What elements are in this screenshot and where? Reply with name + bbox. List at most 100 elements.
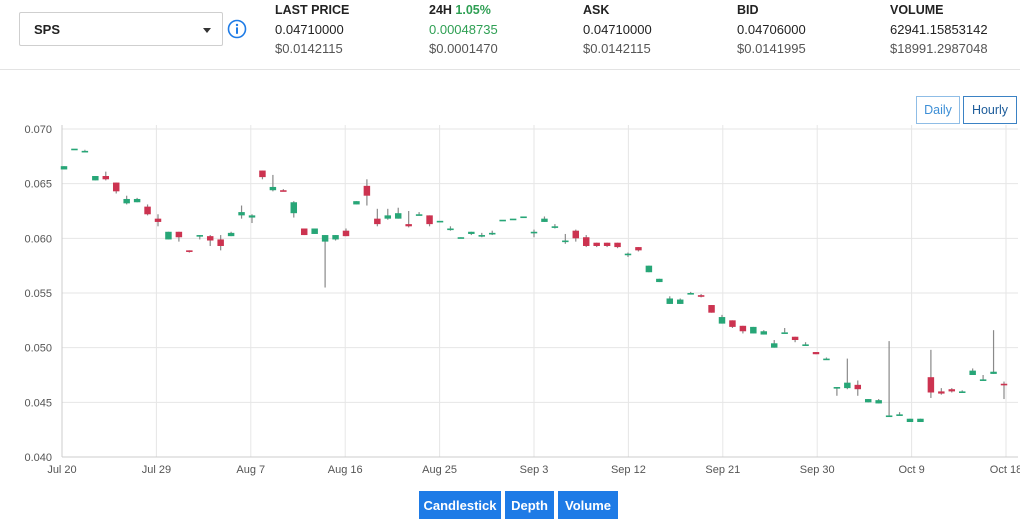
candle-body [572, 230, 580, 239]
candle-body [478, 235, 486, 237]
candle-body [509, 218, 517, 221]
x-tick-label: Oct 18 [990, 464, 1020, 476]
y-tick-label: 0.055 [24, 288, 52, 300]
candle-body [133, 198, 141, 203]
candle [875, 399, 882, 404]
candle-body [864, 399, 872, 403]
candle [948, 388, 956, 393]
candle-body [290, 202, 298, 214]
pair-select[interactable]: SPS [19, 12, 223, 46]
candle-body [927, 377, 935, 393]
candle-body [123, 198, 130, 204]
candle [478, 232, 486, 238]
candle-body [562, 240, 569, 243]
candle-body [614, 242, 621, 248]
candle [958, 390, 966, 393]
candle [541, 216, 548, 222]
candle [802, 342, 809, 346]
candle [92, 176, 99, 181]
candle-body [917, 418, 924, 423]
candle [718, 314, 726, 324]
candle [687, 291, 694, 295]
tab-candlestick[interactable]: Candlestick [419, 491, 501, 519]
candle-body [457, 237, 465, 239]
candle [436, 220, 444, 223]
candle [823, 357, 830, 361]
candle [342, 228, 350, 237]
candle [739, 325, 747, 334]
candle-body [802, 344, 809, 346]
candle-body [708, 305, 715, 313]
candle [812, 352, 820, 355]
candle-body [666, 298, 674, 304]
candle-body [582, 237, 590, 246]
stat-24h-percent: 1.05% [455, 3, 491, 17]
candle [311, 228, 318, 234]
candle-body [227, 232, 235, 237]
candle-body [729, 320, 736, 327]
x-tick-label: Aug 25 [422, 464, 457, 476]
candle-body [499, 219, 506, 222]
stat-24h-title: 24H 1.05% [429, 2, 559, 18]
stat-24h-value: 0.00048735 [429, 22, 498, 37]
candle [488, 230, 496, 236]
candle-body [353, 201, 360, 205]
candle-body [760, 331, 768, 335]
candle-body [938, 391, 945, 394]
candle [614, 242, 621, 249]
y-tick-label: 0.045 [24, 397, 52, 409]
candle-body [906, 418, 914, 423]
candle-body [321, 235, 329, 242]
stat-bid-title: BID [737, 3, 759, 17]
candle [896, 412, 903, 416]
candle [300, 228, 308, 236]
tab-depth[interactable]: Depth [505, 491, 554, 519]
candle [990, 330, 997, 374]
candle [133, 197, 141, 203]
info-icon[interactable] [227, 19, 247, 39]
candle-body [405, 224, 412, 227]
candle [624, 252, 632, 257]
candle-body [541, 218, 548, 222]
candle-body [217, 239, 224, 246]
candle [656, 278, 663, 283]
candle [770, 340, 778, 348]
candle [582, 235, 590, 248]
candle [603, 242, 611, 248]
candle-body [823, 358, 830, 361]
candle-body [551, 226, 559, 228]
candle-body [92, 176, 99, 181]
x-tick-label: Oct 9 [898, 464, 924, 476]
candle-body [468, 231, 475, 234]
candle [781, 327, 788, 334]
candle [217, 235, 224, 251]
candle [666, 296, 674, 304]
candle [259, 170, 266, 180]
candle [60, 166, 68, 170]
candle-body [833, 387, 841, 389]
candle-body [81, 150, 89, 153]
candle [112, 182, 120, 194]
candle [405, 211, 412, 228]
daily-range-button[interactable]: Daily [916, 96, 960, 124]
stat-ask-title: ASK [583, 3, 610, 17]
candle [917, 418, 924, 423]
candle-body [342, 230, 350, 237]
candle-body [718, 317, 726, 324]
candle [854, 380, 862, 396]
candle [676, 298, 684, 304]
candle-body [196, 235, 204, 237]
x-tick-label: Aug 16 [328, 464, 363, 476]
stat-ask-usd: $0.0142115 [583, 41, 651, 56]
candle-body [979, 379, 987, 381]
candle-body [520, 216, 527, 219]
hourly-range-button[interactable]: Hourly [963, 96, 1017, 124]
candle-body [645, 265, 653, 273]
candle [509, 218, 517, 221]
candle-body [791, 336, 799, 341]
candlestick-chart[interactable]: 0.040 0.045 0.050 0.055 0.060 0.065 0.070 Jul 2… [0, 70, 1020, 490]
tab-volume[interactable]: Volume [558, 491, 618, 519]
stat-last-price-usd: $0.0142115 [275, 41, 343, 56]
candle [81, 149, 89, 153]
x-tick-label: Sep 30 [800, 464, 835, 476]
